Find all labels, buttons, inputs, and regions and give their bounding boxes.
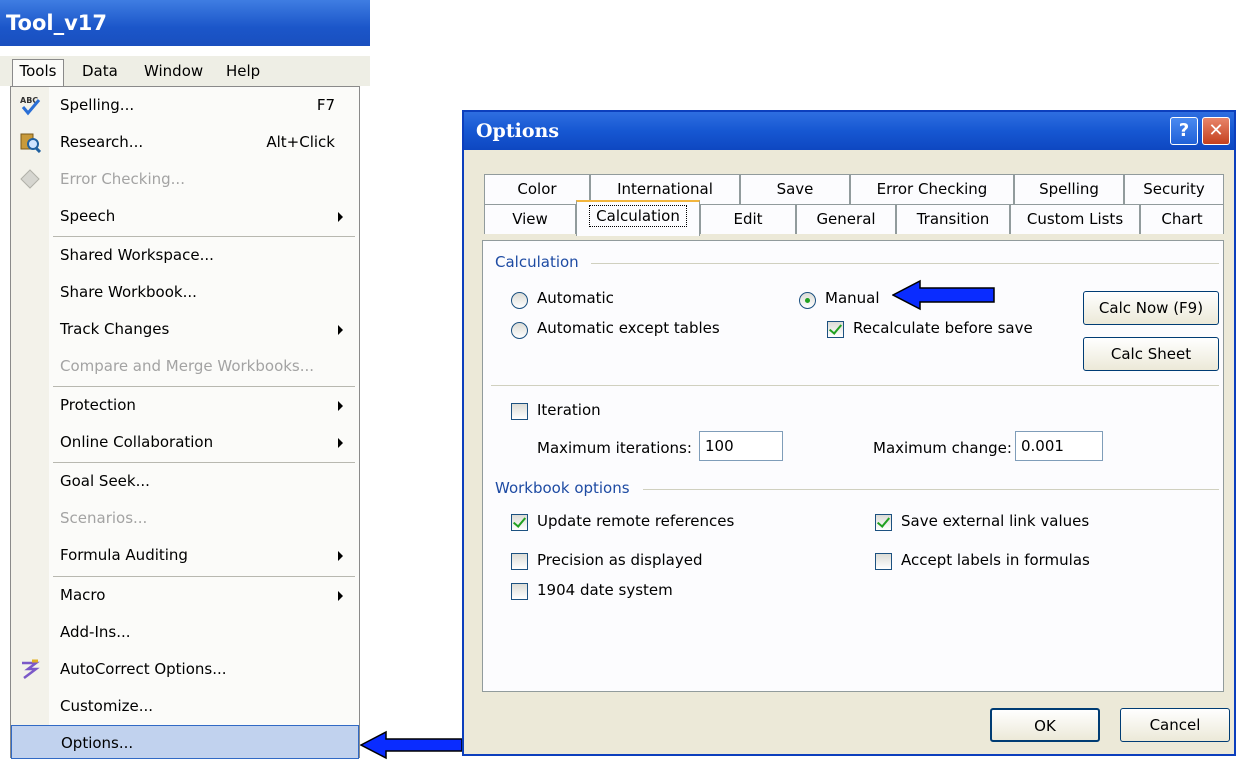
- menu-item-formula-auditing[interactable]: Formula Auditing: [11, 537, 359, 574]
- menu-item-share-workbook[interactable]: Share Workbook...: [11, 274, 359, 311]
- spelling-icon: ABC: [20, 96, 41, 116]
- menu-item-add-ins[interactable]: Add-Ins...: [11, 614, 359, 651]
- label-update-remote-references: Update remote references: [537, 512, 735, 530]
- menu-help[interactable]: Help: [226, 60, 260, 82]
- menu-item-options[interactable]: Options...: [11, 725, 359, 759]
- submenu-arrow-icon: [338, 591, 343, 601]
- tab-spelling[interactable]: Spelling: [1014, 174, 1124, 204]
- group-label-workbook-options: Workbook options: [495, 479, 630, 497]
- cancel-button[interactable]: Cancel: [1120, 708, 1230, 742]
- calc-now-button[interactable]: Calc Now (F9): [1083, 291, 1219, 325]
- menu-item-speech[interactable]: Speech: [11, 198, 359, 235]
- checkbox-1904-date-system[interactable]: [511, 583, 528, 600]
- ok-button[interactable]: OK: [990, 708, 1100, 742]
- tab-general[interactable]: General: [796, 204, 896, 234]
- radio-automatic-except-tables[interactable]: [511, 322, 528, 339]
- menu-window[interactable]: Window: [144, 60, 203, 82]
- research-icon: [20, 133, 41, 153]
- dialog-title: Options: [476, 120, 560, 142]
- tab-chart[interactable]: Chart: [1140, 204, 1224, 234]
- menu-item-track-changes[interactable]: Track Changes: [11, 311, 359, 348]
- menu-tools[interactable]: Tools: [12, 59, 64, 86]
- max-iterations-input[interactable]: 100: [699, 431, 783, 461]
- radio-selected-dot: [805, 298, 810, 303]
- radio-manual[interactable]: [799, 292, 816, 309]
- group-label-calculation: Calculation: [495, 253, 579, 271]
- checkbox-iteration[interactable]: [511, 403, 528, 420]
- tab-view[interactable]: View: [484, 204, 576, 234]
- pointer-arrow-icon: [360, 730, 463, 760]
- tab-custom-lists[interactable]: Custom Lists: [1010, 204, 1140, 234]
- autocorrect-icon: [22, 659, 40, 679]
- radio-automatic[interactable]: [511, 292, 528, 309]
- options-dialog: Options ? ✕ Color International Save Err…: [462, 110, 1236, 756]
- tools-menu: ABC Spelling... F7 Research... Alt+Click…: [10, 86, 360, 759]
- tab-calculation[interactable]: Calculation: [576, 200, 700, 236]
- checkbox-accept-labels-in-formulas[interactable]: [875, 553, 892, 570]
- checkbox-precision-as-displayed[interactable]: [511, 553, 528, 570]
- label-max-iterations: Maximum iterations:: [537, 439, 692, 457]
- excel-title-bar: Tool_v17: [0, 0, 370, 46]
- menu-item-customize[interactable]: Customize...: [11, 688, 359, 725]
- label-1904-date-system: 1904 date system: [537, 581, 673, 599]
- tab-edit[interactable]: Edit: [700, 204, 796, 234]
- submenu-arrow-icon: [338, 212, 343, 222]
- submenu-arrow-icon: [338, 551, 343, 561]
- tab-color[interactable]: Color: [484, 174, 590, 204]
- help-button[interactable]: ?: [1170, 117, 1198, 145]
- checkbox-recalculate-before-save[interactable]: [827, 321, 844, 338]
- menu-item-scenarios: Scenarios...: [60, 509, 148, 527]
- menu-bar: Tools Data Window Help: [0, 56, 370, 86]
- menu-item-error-checking: Error Checking...: [11, 161, 359, 198]
- excel-title: Tool_v17: [6, 11, 108, 35]
- error-checking-icon: [20, 169, 40, 189]
- label-max-change: Maximum change:: [873, 439, 1012, 457]
- check-icon: [512, 514, 527, 528]
- submenu-arrow-icon: [338, 438, 343, 448]
- label-automatic-except-tables: Automatic except tables: [537, 319, 720, 337]
- label-accept-labels-in-formulas: Accept labels in formulas: [901, 551, 1090, 569]
- menu-item-online-collaboration[interactable]: Online Collaboration: [11, 424, 359, 461]
- menu-item-protection[interactable]: Protection: [11, 387, 359, 424]
- group-divider: [591, 263, 1219, 264]
- dialog-title-bar: Options: [464, 112, 1234, 150]
- label-iteration: Iteration: [537, 401, 601, 419]
- label-manual: Manual: [825, 289, 880, 307]
- label-recalculate-before-save: Recalculate before save: [853, 319, 1033, 337]
- pointer-arrow-icon: [892, 279, 995, 311]
- close-button[interactable]: ✕: [1202, 117, 1230, 145]
- checkbox-save-external-link-values[interactable]: [875, 514, 892, 531]
- menu-item-autocorrect-options[interactable]: AutoCorrect Options...: [11, 651, 359, 688]
- calc-sheet-button[interactable]: Calc Sheet: [1083, 337, 1219, 371]
- tab-error-checking[interactable]: Error Checking: [850, 174, 1014, 204]
- label-automatic: Automatic: [537, 289, 614, 307]
- close-icon: ✕: [1208, 120, 1224, 141]
- menu-item-spelling[interactable]: ABC Spelling... F7: [11, 87, 359, 124]
- menu-item-shared-workspace[interactable]: Shared Workspace...: [11, 237, 359, 274]
- tab-transition[interactable]: Transition: [896, 204, 1010, 234]
- check-icon: [828, 321, 843, 335]
- help-icon: ?: [1178, 120, 1190, 141]
- submenu-arrow-icon: [338, 325, 343, 335]
- menu-item-macro[interactable]: Macro: [11, 577, 359, 614]
- group-divider: [643, 489, 1219, 490]
- submenu-arrow-icon: [338, 401, 343, 411]
- calculation-tab-panel: Calculation Automatic Automatic except t…: [482, 240, 1224, 692]
- section-divider: [491, 385, 1219, 386]
- tab-save[interactable]: Save: [740, 174, 850, 204]
- max-change-input[interactable]: 0.001: [1015, 431, 1103, 461]
- menu-item-goal-seek[interactable]: Goal Seek...: [11, 463, 359, 500]
- menu-item-research[interactable]: Research... Alt+Click: [11, 124, 359, 161]
- label-save-external-link-values: Save external link values: [901, 512, 1090, 530]
- tab-security[interactable]: Security: [1124, 174, 1224, 204]
- check-icon: [876, 514, 891, 528]
- label-precision-as-displayed: Precision as displayed: [537, 551, 703, 569]
- worksheet-edge: [0, 86, 10, 758]
- checkbox-update-remote-references[interactable]: [511, 514, 528, 531]
- menu-data[interactable]: Data: [82, 60, 118, 82]
- menu-item-compare-merge: Compare and Merge Workbooks...: [60, 357, 315, 375]
